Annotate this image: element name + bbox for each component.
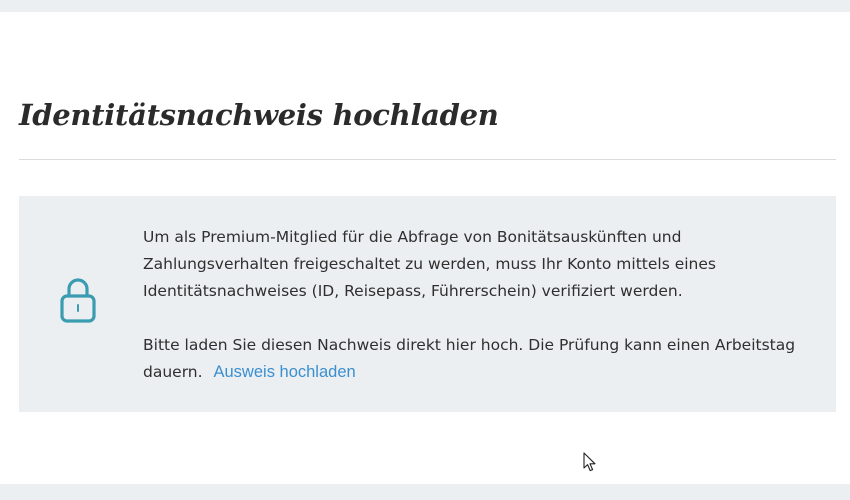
upload-id-link[interactable]: Ausweis hochladen — [214, 363, 356, 381]
info-paragraph-membership: Um als Premium-Mitglied für die Abfrage … — [143, 228, 716, 300]
title-divider — [19, 159, 836, 160]
info-text: Um als Premium-Mitglied für die Abfrage … — [143, 224, 813, 386]
verification-info-box: Um als Premium-Mitglied für die Abfrage … — [19, 196, 836, 412]
page-title: Identitätsnachweis hochladen — [19, 98, 499, 132]
content-card: Identitätsnachweis hochladen Um als Prem… — [0, 12, 850, 484]
lock-icon — [60, 278, 96, 323]
info-paragraph-upload: Bitte laden Sie diesen Nachweis direkt h… — [143, 332, 813, 386]
mouse-cursor-icon — [583, 452, 596, 472]
